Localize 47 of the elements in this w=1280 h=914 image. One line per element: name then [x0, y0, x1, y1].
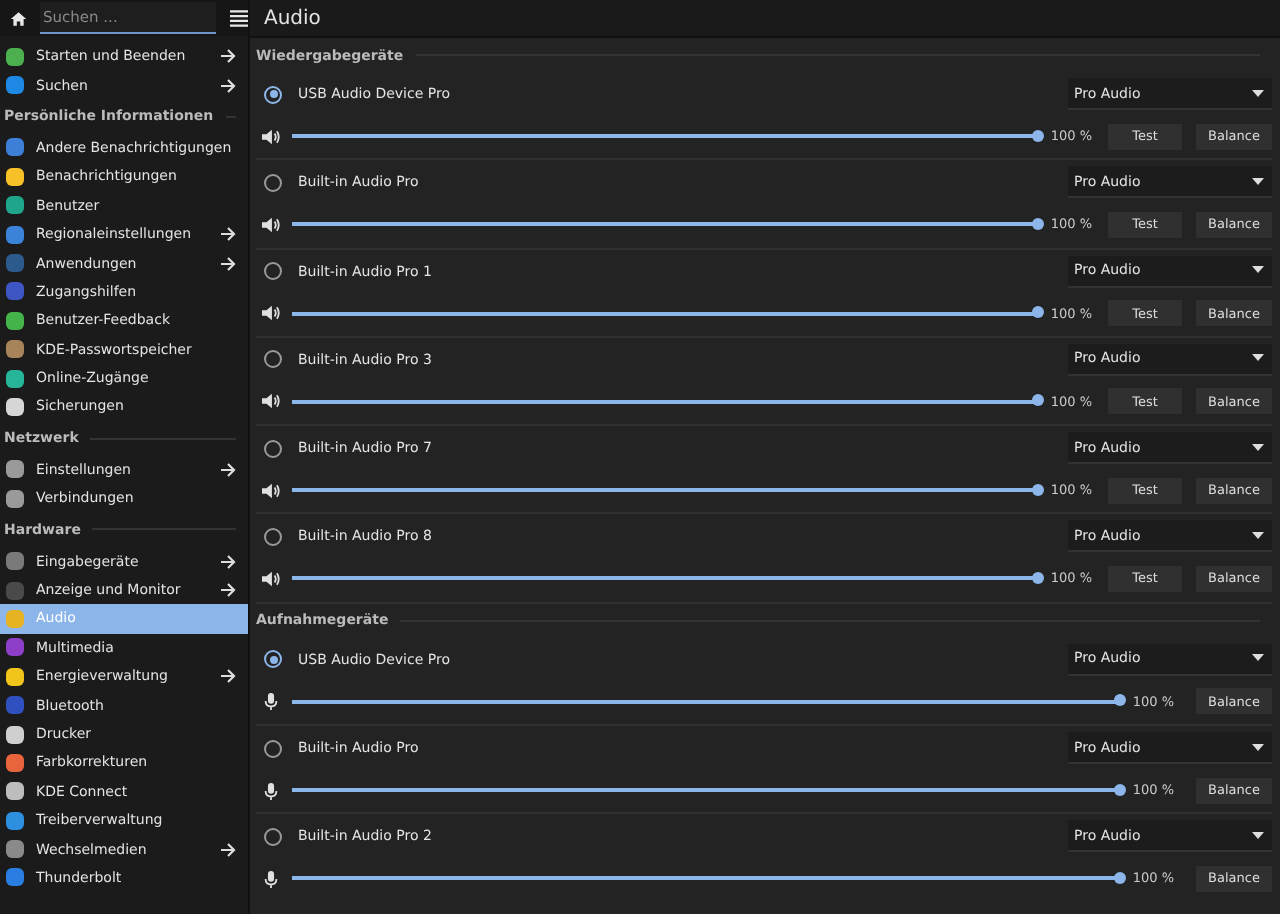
microphone-icon: [262, 692, 280, 711]
home-icon[interactable]: [10, 9, 28, 27]
microphone-icon: [262, 869, 280, 888]
arrow-icon: [220, 553, 236, 570]
volume-slider[interactable]: [292, 788, 1121, 793]
speaker-icon: [262, 392, 280, 411]
volume-slider[interactable]: [292, 399, 1039, 404]
speaker-icon: [262, 481, 280, 500]
caret-icon: [1252, 743, 1264, 752]
arrow-icon: [220, 255, 236, 272]
caret-icon: [1252, 177, 1264, 186]
radio-button[interactable]: [264, 827, 282, 846]
radio-button[interactable]: [264, 173, 282, 192]
volume-slider[interactable]: [292, 699, 1121, 704]
speaker-icon: [262, 569, 280, 588]
page-title: Audio: [264, 7, 321, 29]
menu-icon[interactable]: [229, 8, 248, 28]
caret-icon: [1252, 443, 1264, 452]
caret-icon: [1252, 831, 1264, 840]
volume-slider[interactable]: [292, 876, 1121, 881]
caret-icon: [1252, 654, 1264, 663]
radio-button[interactable]: [264, 739, 282, 758]
radio-button[interactable]: [264, 527, 282, 546]
radio-button[interactable]: [264, 85, 282, 103]
arrow-icon: [220, 582, 236, 599]
arrow-icon: [220, 77, 236, 94]
volume-slider[interactable]: [292, 222, 1039, 227]
volume-slider[interactable]: [292, 488, 1039, 493]
speaker-icon: [262, 127, 280, 145]
microphone-icon: [262, 781, 280, 800]
arrow-icon: [220, 226, 236, 243]
caret-icon: [1252, 266, 1264, 275]
volume-slider[interactable]: [292, 311, 1039, 316]
radio-button[interactable]: [264, 439, 282, 458]
radio-button[interactable]: [264, 650, 282, 669]
volume-slider[interactable]: [292, 576, 1039, 581]
radio-button[interactable]: [264, 262, 282, 281]
caret-icon: [1252, 89, 1264, 97]
caret-icon: [1252, 354, 1264, 363]
caret-icon: [1252, 531, 1264, 540]
arrow-icon: [220, 461, 236, 478]
arrow-icon: [220, 48, 236, 65]
radio-button[interactable]: [264, 350, 282, 369]
arrow-icon: [220, 841, 236, 858]
speaker-icon: [262, 215, 280, 234]
arrow-icon: [220, 668, 236, 685]
speaker-icon: [262, 304, 280, 323]
